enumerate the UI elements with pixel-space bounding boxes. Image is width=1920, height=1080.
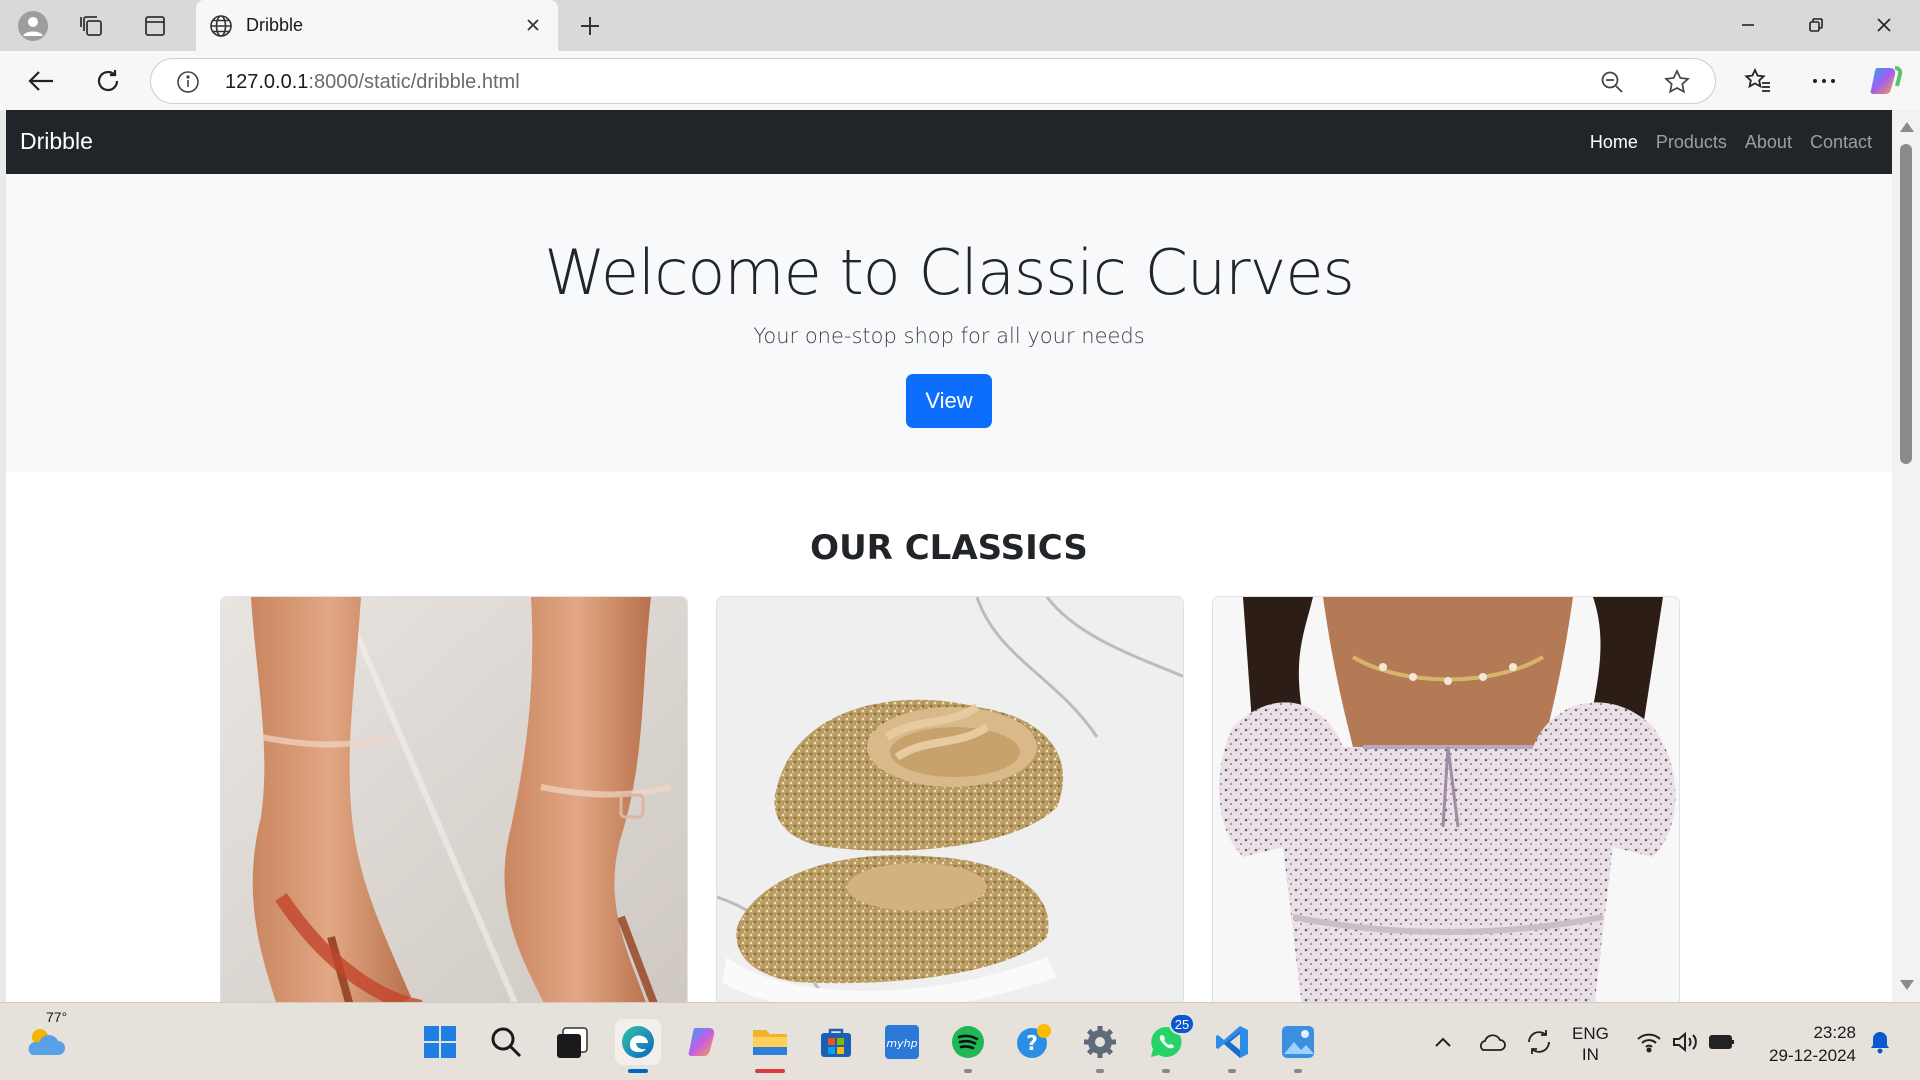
settings-gear-icon[interactable] xyxy=(1077,1019,1123,1073)
svg-text:?: ? xyxy=(1026,1031,1038,1055)
battery-icon[interactable] xyxy=(1702,1019,1742,1065)
weather-cloud-icon xyxy=(28,1029,65,1055)
refresh-icon[interactable] xyxy=(90,63,126,99)
show-hidden-icons-icon[interactable] xyxy=(1420,1019,1466,1065)
vscode-icon[interactable] xyxy=(1209,1019,1255,1073)
minimize-icon[interactable] xyxy=(1726,6,1770,44)
nav-link-home[interactable]: Home xyxy=(1590,132,1638,153)
notification-badge: 25 xyxy=(1169,1013,1195,1035)
wifi-icon[interactable] xyxy=(1630,1019,1668,1065)
copilot-taskbar-icon[interactable] xyxy=(681,1019,727,1065)
close-window-icon[interactable] xyxy=(1862,6,1906,44)
photos-icon[interactable] xyxy=(1275,1019,1321,1073)
profile-icon[interactable] xyxy=(15,8,51,44)
tab-actions-icon[interactable] xyxy=(137,8,173,44)
site-nav-links: Home Products About Contact xyxy=(1590,132,1872,153)
running-indicator xyxy=(1294,1069,1302,1073)
start-icon[interactable] xyxy=(417,1019,463,1065)
product-card-heels[interactable] xyxy=(220,596,688,1002)
volume-icon[interactable] xyxy=(1666,1019,1704,1065)
notification-bell-icon[interactable] xyxy=(1860,1019,1900,1065)
globe-icon xyxy=(208,13,234,44)
spotify-icon[interactable] xyxy=(945,1019,991,1073)
copilot-icon[interactable] xyxy=(1868,63,1904,99)
more-options-icon[interactable] xyxy=(1806,63,1842,99)
hero-title: Welcome to Classic Curves xyxy=(544,236,1355,309)
language-indicator[interactable]: ENG IN xyxy=(1572,1023,1609,1065)
running-indicator xyxy=(964,1069,972,1073)
browser-toolbar: 127.0.0.1:8000/static/dribble.html xyxy=(0,51,1920,110)
running-indicator xyxy=(1228,1069,1236,1073)
hero-subtitle: Your one-stop shop for all your needs xyxy=(753,324,1145,348)
url-text: 127.0.0.1:8000/static/dribble.html xyxy=(225,71,520,93)
active-indicator xyxy=(628,1069,648,1073)
product-card-top[interactable] xyxy=(1212,596,1680,1002)
product-card-sneakers[interactable] xyxy=(716,596,1184,1002)
task-view-icon[interactable] xyxy=(549,1019,595,1065)
running-indicator xyxy=(1096,1069,1104,1073)
new-tab-icon[interactable] xyxy=(574,10,606,42)
scroll-up-arrow-icon[interactable] xyxy=(1900,122,1914,132)
tab-dribble[interactable]: Dribble xyxy=(196,0,558,51)
gold-glitter-sneakers-image xyxy=(717,597,1183,1002)
site-brand[interactable]: Dribble xyxy=(20,128,93,155)
whatsapp-icon[interactable]: 25 xyxy=(1143,1013,1195,1073)
workspaces-icon[interactable] xyxy=(74,8,110,44)
back-icon[interactable] xyxy=(23,63,59,99)
file-explorer-icon[interactable] xyxy=(747,1019,793,1073)
browser-tab-bar: Dribble xyxy=(0,0,1920,51)
search-icon[interactable] xyxy=(483,1019,529,1065)
running-indicator xyxy=(1162,1069,1170,1073)
site-navbar: Dribble Home Products About Contact xyxy=(6,110,1892,174)
running-indicator xyxy=(755,1069,785,1073)
nav-link-contact[interactable]: Contact xyxy=(1810,132,1872,153)
nav-link-products[interactable]: Products xyxy=(1656,132,1727,153)
edge-taskbar-icon[interactable] xyxy=(615,1019,661,1073)
zoom-out-icon[interactable] xyxy=(1599,69,1625,100)
site-info-icon[interactable] xyxy=(175,69,201,100)
clear-strap-heels-image xyxy=(221,597,687,1002)
svg-text:myhp: myhp xyxy=(886,1037,917,1050)
weather-widget[interactable] xyxy=(24,1021,68,1066)
onedrive-cloud-icon[interactable] xyxy=(1468,1019,1514,1065)
scroll-down-arrow-icon[interactable] xyxy=(1900,980,1914,990)
page-scrollbar[interactable] xyxy=(1892,110,1920,1002)
close-tab-icon[interactable] xyxy=(520,12,546,38)
sync-icon[interactable] xyxy=(1516,1019,1562,1065)
view-button[interactable]: View xyxy=(906,374,992,428)
scroll-thumb[interactable] xyxy=(1900,144,1912,464)
myhp-icon[interactable]: myhp xyxy=(879,1019,925,1065)
tab-title: Dribble xyxy=(246,15,304,35)
weather-temperature: 77° xyxy=(46,1009,68,1025)
floral-puff-sleeve-top-image xyxy=(1213,597,1679,1002)
microsoft-store-icon[interactable] xyxy=(813,1019,859,1065)
page-viewport: Dribble Home Products About Contact Welc… xyxy=(6,110,1892,1002)
favorite-star-icon[interactable] xyxy=(1663,68,1691,101)
hero-section: Welcome to Classic Curves Your one-stop … xyxy=(6,174,1892,472)
get-help-icon[interactable]: ? xyxy=(1011,1019,1057,1065)
system-clock[interactable]: 23:28 29-12-2024 xyxy=(1769,1021,1856,1067)
restore-icon[interactable] xyxy=(1794,6,1838,44)
section-title: OUR CLASSICS xyxy=(810,528,1088,568)
address-bar[interactable]: 127.0.0.1:8000/static/dribble.html xyxy=(150,58,1716,104)
nav-link-about[interactable]: About xyxy=(1745,132,1792,153)
windows-taskbar: 77° myhp ? 25 ENG IN 23:28 29-12-2024 xyxy=(0,1002,1920,1080)
favorites-icon[interactable] xyxy=(1740,63,1776,99)
